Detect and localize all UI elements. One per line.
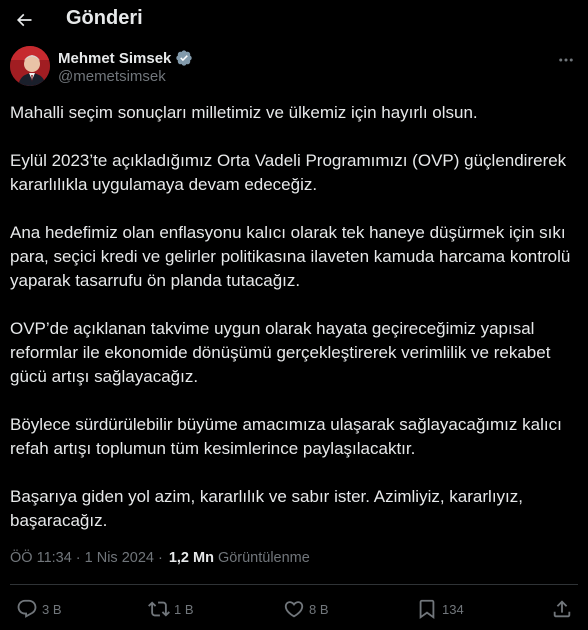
views-count: 1,2 Mn <box>168 550 214 566</box>
avatar-image <box>10 46 50 86</box>
share-icon <box>553 600 571 618</box>
meta-separator: · <box>157 550 163 566</box>
bookmark-icon <box>419 599 435 620</box>
avatar[interactable] <box>10 46 50 86</box>
tweet-paragraph: Böylece sürdürülebilir büyüme amacımıza … <box>10 415 562 458</box>
action-bar: 3 B 1 B 8 B 134 <box>0 596 588 622</box>
top-bar: Gönderi <box>0 0 588 40</box>
reply-icon <box>17 599 37 618</box>
like-count: 8 B <box>309 601 329 617</box>
bookmark-count: 134 <box>442 601 464 617</box>
views-label: Görüntülenme <box>217 550 310 566</box>
more-options-button[interactable] <box>554 50 578 70</box>
tweet-paragraph: Başarıya giden yol azim, kararlılık ve s… <box>10 487 523 530</box>
divider <box>10 584 578 585</box>
tweet-paragraph: Mahalli seçim sonuçları milletimiz ve ül… <box>10 103 478 122</box>
heart-icon <box>284 601 304 618</box>
verified-badge-icon <box>176 50 193 66</box>
reply-count: 3 B <box>42 601 62 617</box>
page-title: Gönderi <box>66 7 143 29</box>
author-name-group: Mehmet Simsek <box>58 49 193 67</box>
share-button[interactable] <box>551 596 573 622</box>
like-button[interactable]: 8 B <box>283 596 329 622</box>
tweet-paragraph: OVP’de açıklanan takvime uygun olarak ha… <box>10 319 551 386</box>
tweet-paragraph: Eylül 2023’te açıkladığımız Orta Vadeli … <box>10 151 567 194</box>
arrow-left-icon <box>16 13 32 27</box>
tweet-text: Mahalli seçim sonuçları milletimiz ve ül… <box>10 101 580 533</box>
tweet-paragraph: Ana hedefimiz olan enflasyonu kalıcı ola… <box>10 223 571 290</box>
repost-button[interactable]: 1 B <box>148 596 194 622</box>
author-row: Mehmet Simsek @memetsimsek <box>10 44 578 92</box>
author-name[interactable]: Mehmet Simsek <box>58 50 171 67</box>
tweet-meta: ÖÖ 11:34 · 1 Nis 2024 · 1,2 Mn Görüntüle… <box>10 550 310 566</box>
repost-icon <box>148 601 170 617</box>
tweet-date[interactable]: 1 Nis 2024 <box>85 550 154 566</box>
back-button[interactable] <box>8 4 40 36</box>
repost-count: 1 B <box>174 601 194 617</box>
author-handle[interactable]: @memetsimsek <box>58 68 166 85</box>
bookmark-button[interactable]: 134 <box>416 596 464 622</box>
reply-button[interactable]: 3 B <box>16 596 62 622</box>
more-horizontal-icon <box>559 58 573 62</box>
meta-separator: · <box>75 550 81 566</box>
tweet-time[interactable]: ÖÖ 11:34 <box>10 550 72 566</box>
